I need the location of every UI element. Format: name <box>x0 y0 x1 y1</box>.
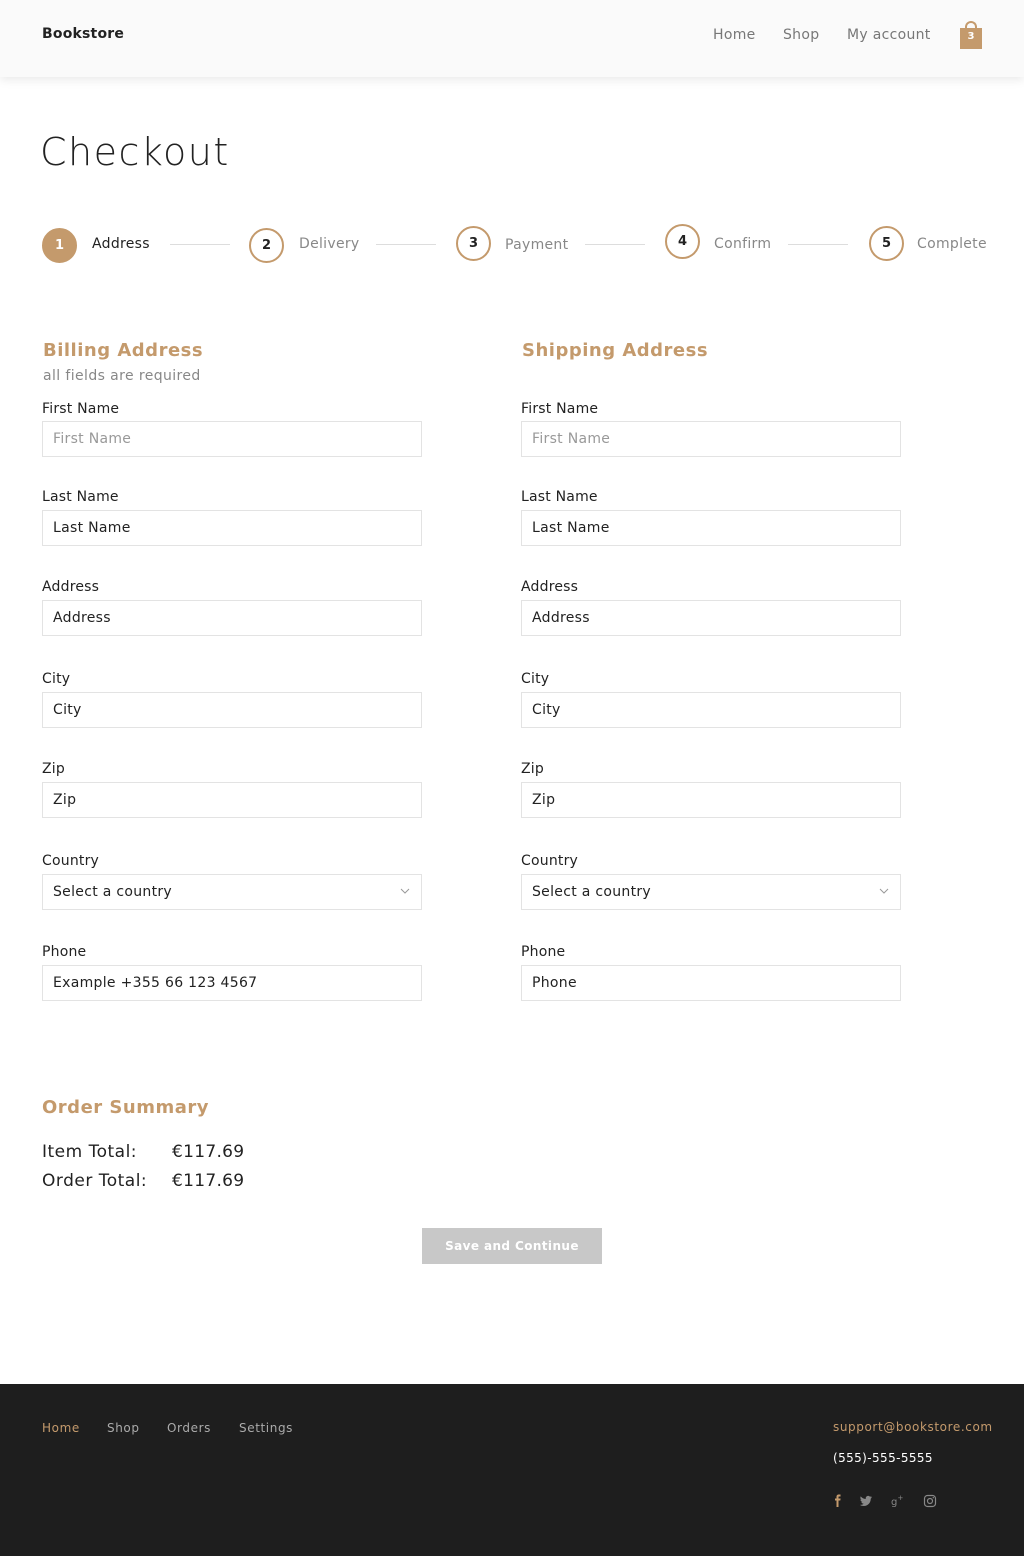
shipping-last-name-label: Last Name <box>521 489 598 505</box>
billing-zip-label: Zip <box>42 761 65 777</box>
step-1-label[interactable]: Address <box>92 236 150 252</box>
footer-link-home[interactable]: Home <box>42 1421 80 1435</box>
nav-shop[interactable]: Shop <box>783 27 819 43</box>
shipping-city-input[interactable] <box>521 692 901 728</box>
chevron-down-icon <box>879 888 889 894</box>
item-total-value: €117.69 <box>172 1142 245 1162</box>
shipping-address-label: Address <box>521 579 579 595</box>
item-total-label: Item Total: <box>42 1142 138 1162</box>
shipping-last-name-input[interactable] <box>521 510 901 546</box>
cart-button[interactable]: 3 <box>960 21 982 49</box>
instagram-icon[interactable] <box>923 1494 937 1508</box>
shipping-title: Shipping Address <box>522 340 709 361</box>
step-4-circle[interactable]: 4 <box>665 224 700 259</box>
billing-last-name-input[interactable] <box>42 510 422 546</box>
billing-first-name-input[interactable] <box>42 421 422 457</box>
shipping-zip-input[interactable] <box>521 782 901 818</box>
brand-logo[interactable]: Bookstore <box>42 26 124 42</box>
step-connector <box>788 244 848 245</box>
step-5-circle[interactable]: 5 <box>869 226 904 261</box>
svg-text:g: g <box>891 1497 897 1508</box>
billing-city-input[interactable] <box>42 692 422 728</box>
shipping-zip-label: Zip <box>521 761 544 777</box>
shipping-city-label: City <box>521 671 550 687</box>
footer-link-settings[interactable]: Settings <box>239 1421 293 1435</box>
billing-city-label: City <box>42 671 71 687</box>
site-footer: Home Shop Orders Settings support@bookst… <box>0 1384 1024 1556</box>
footer-link-orders[interactable]: Orders <box>167 1421 211 1435</box>
shipping-country-value: Select a country <box>532 884 652 900</box>
shipping-country-select[interactable]: Select a country <box>521 874 901 910</box>
billing-first-name-label: First Name <box>42 401 120 417</box>
step-5-label[interactable]: Complete <box>917 236 987 252</box>
twitter-icon[interactable] <box>859 1494 873 1508</box>
google-plus-icon[interactable]: g + <box>891 1494 905 1508</box>
svg-text:+: + <box>898 1494 904 1502</box>
nav-home[interactable]: Home <box>713 27 756 43</box>
site-header: Bookstore Home Shop My account 3 <box>0 0 1024 77</box>
footer-link-shop[interactable]: Shop <box>107 1421 140 1435</box>
step-connector <box>376 244 436 245</box>
order-total-label: Order Total: <box>42 1171 148 1191</box>
step-4-label[interactable]: Confirm <box>714 236 771 252</box>
shipping-country-label: Country <box>521 853 579 869</box>
billing-country-select[interactable]: Select a country <box>42 874 422 910</box>
shipping-address-input[interactable] <box>521 600 901 636</box>
billing-country-value: Select a country <box>53 884 173 900</box>
support-phone: (555)-555-5555 <box>833 1451 933 1465</box>
step-2-label[interactable]: Delivery <box>299 236 360 252</box>
step-1-circle[interactable]: 1 <box>42 228 77 263</box>
facebook-icon[interactable] <box>831 1494 845 1508</box>
billing-address-label: Address <box>42 579 100 595</box>
chevron-down-icon <box>400 888 410 894</box>
shipping-phone-label: Phone <box>521 944 566 960</box>
shipping-phone-input[interactable] <box>521 965 901 1001</box>
nav-my-account[interactable]: My account <box>847 27 931 43</box>
page-title: Checkout <box>40 130 230 174</box>
support-email-link[interactable]: support@bookstore.com <box>833 1420 993 1434</box>
step-2-circle[interactable]: 2 <box>249 228 284 263</box>
step-3-circle[interactable]: 3 <box>456 226 491 261</box>
order-total-value: €117.69 <box>172 1171 245 1191</box>
step-connector <box>585 244 645 245</box>
shipping-first-name-label: First Name <box>521 401 599 417</box>
billing-phone-input[interactable] <box>42 965 422 1001</box>
order-summary-title: Order Summary <box>42 1097 209 1118</box>
billing-address-input[interactable] <box>42 600 422 636</box>
save-and-continue-button[interactable]: Save and Continue <box>422 1228 602 1264</box>
billing-title: Billing Address <box>43 340 204 361</box>
step-connector <box>170 244 230 245</box>
billing-phone-label: Phone <box>42 944 87 960</box>
cart-count-badge: 3 <box>967 31 975 42</box>
step-3-label[interactable]: Payment <box>505 237 568 253</box>
billing-subtitle: all fields are required <box>43 368 201 384</box>
billing-country-label: Country <box>42 853 100 869</box>
shipping-first-name-input[interactable] <box>521 421 901 457</box>
billing-last-name-label: Last Name <box>42 489 119 505</box>
billing-zip-input[interactable] <box>42 782 422 818</box>
